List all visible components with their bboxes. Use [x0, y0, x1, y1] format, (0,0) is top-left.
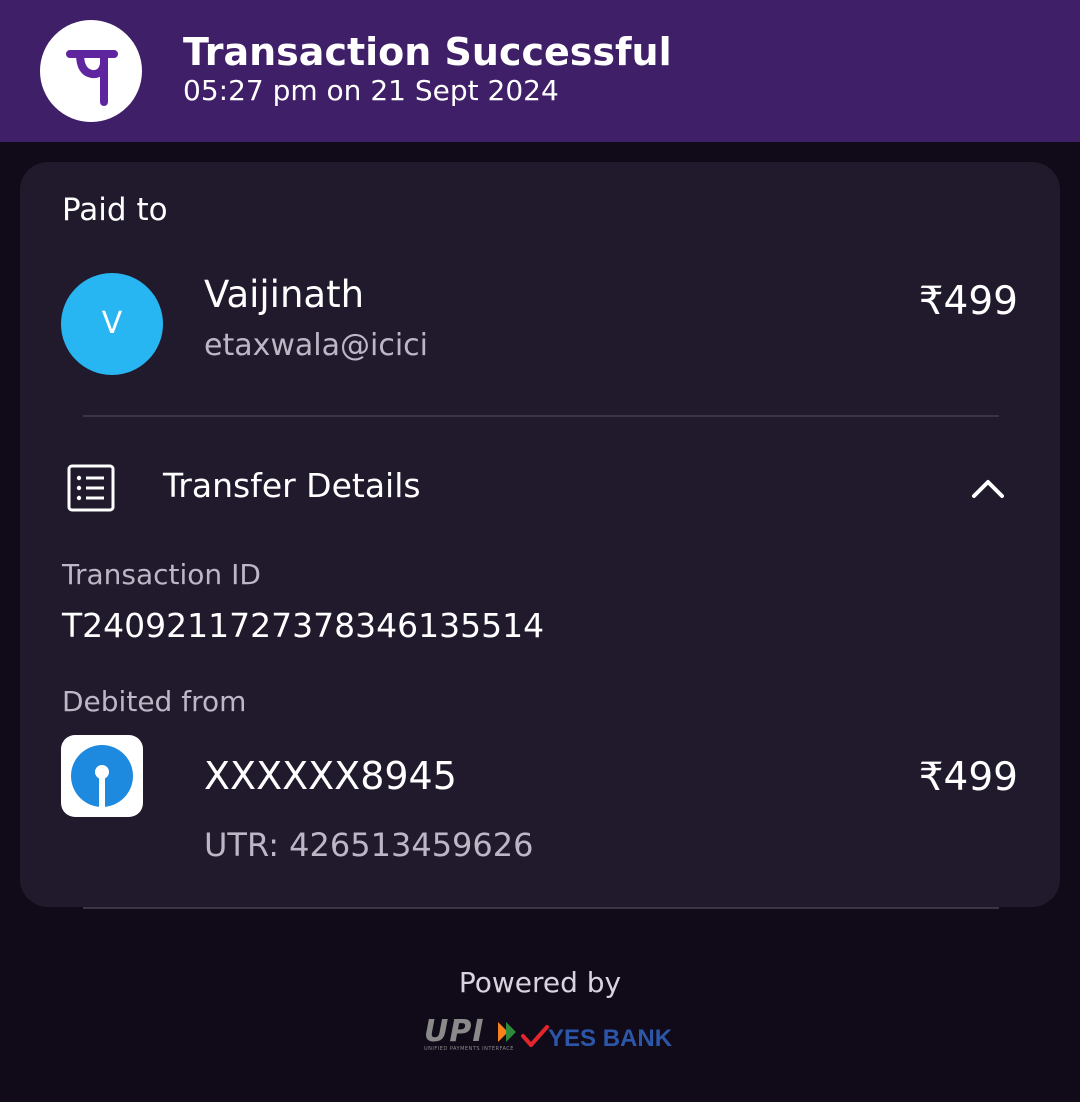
payee-name: Vaijinath	[204, 273, 365, 316]
upi-logo: UPI	[424, 1014, 485, 1049]
upi-tagline: UNIFIED PAYMENTS INTERFACE	[424, 1046, 514, 1052]
transaction-id-value[interactable]: T2409211727378346135514	[62, 604, 544, 648]
page-title: Transaction Successful	[183, 30, 672, 74]
transaction-id-label: Transaction ID	[62, 558, 261, 591]
sbi-bank-logo-icon	[61, 735, 143, 817]
yes-bank-tick-icon	[520, 1022, 550, 1052]
chevron-up-icon[interactable]	[966, 468, 1010, 508]
yes-bank-logo: YES BANK	[548, 1025, 673, 1052]
upi-arrows-icon	[496, 1020, 520, 1044]
partner-logos: UPI UNIFIED PAYMENTS INTERFACE YES BANK	[424, 1014, 672, 1058]
paid-amount: ₹499	[918, 279, 1018, 324]
payee-upi-id: etaxwala@icici	[204, 328, 428, 363]
divider	[83, 907, 999, 909]
debited-amount: ₹499	[918, 755, 1018, 800]
account-number: XXXXXX8945	[204, 754, 457, 798]
transfer-details-toggle[interactable]	[0, 440, 1080, 536]
receipt-list-icon	[66, 463, 116, 513]
debited-from-label: Debited from	[62, 685, 247, 718]
transfer-details-title: Transfer Details	[163, 466, 421, 505]
paid-to-label: Paid to	[62, 192, 168, 228]
divider	[83, 415, 999, 417]
transaction-timestamp: 05:27 pm on 21 Sept 2024	[183, 74, 559, 107]
payee-avatar: V	[61, 273, 163, 375]
phonepe-logo-icon	[40, 20, 142, 122]
powered-by-label: Powered by	[458, 966, 622, 999]
utr-number[interactable]: UTR: 426513459626	[204, 824, 533, 866]
